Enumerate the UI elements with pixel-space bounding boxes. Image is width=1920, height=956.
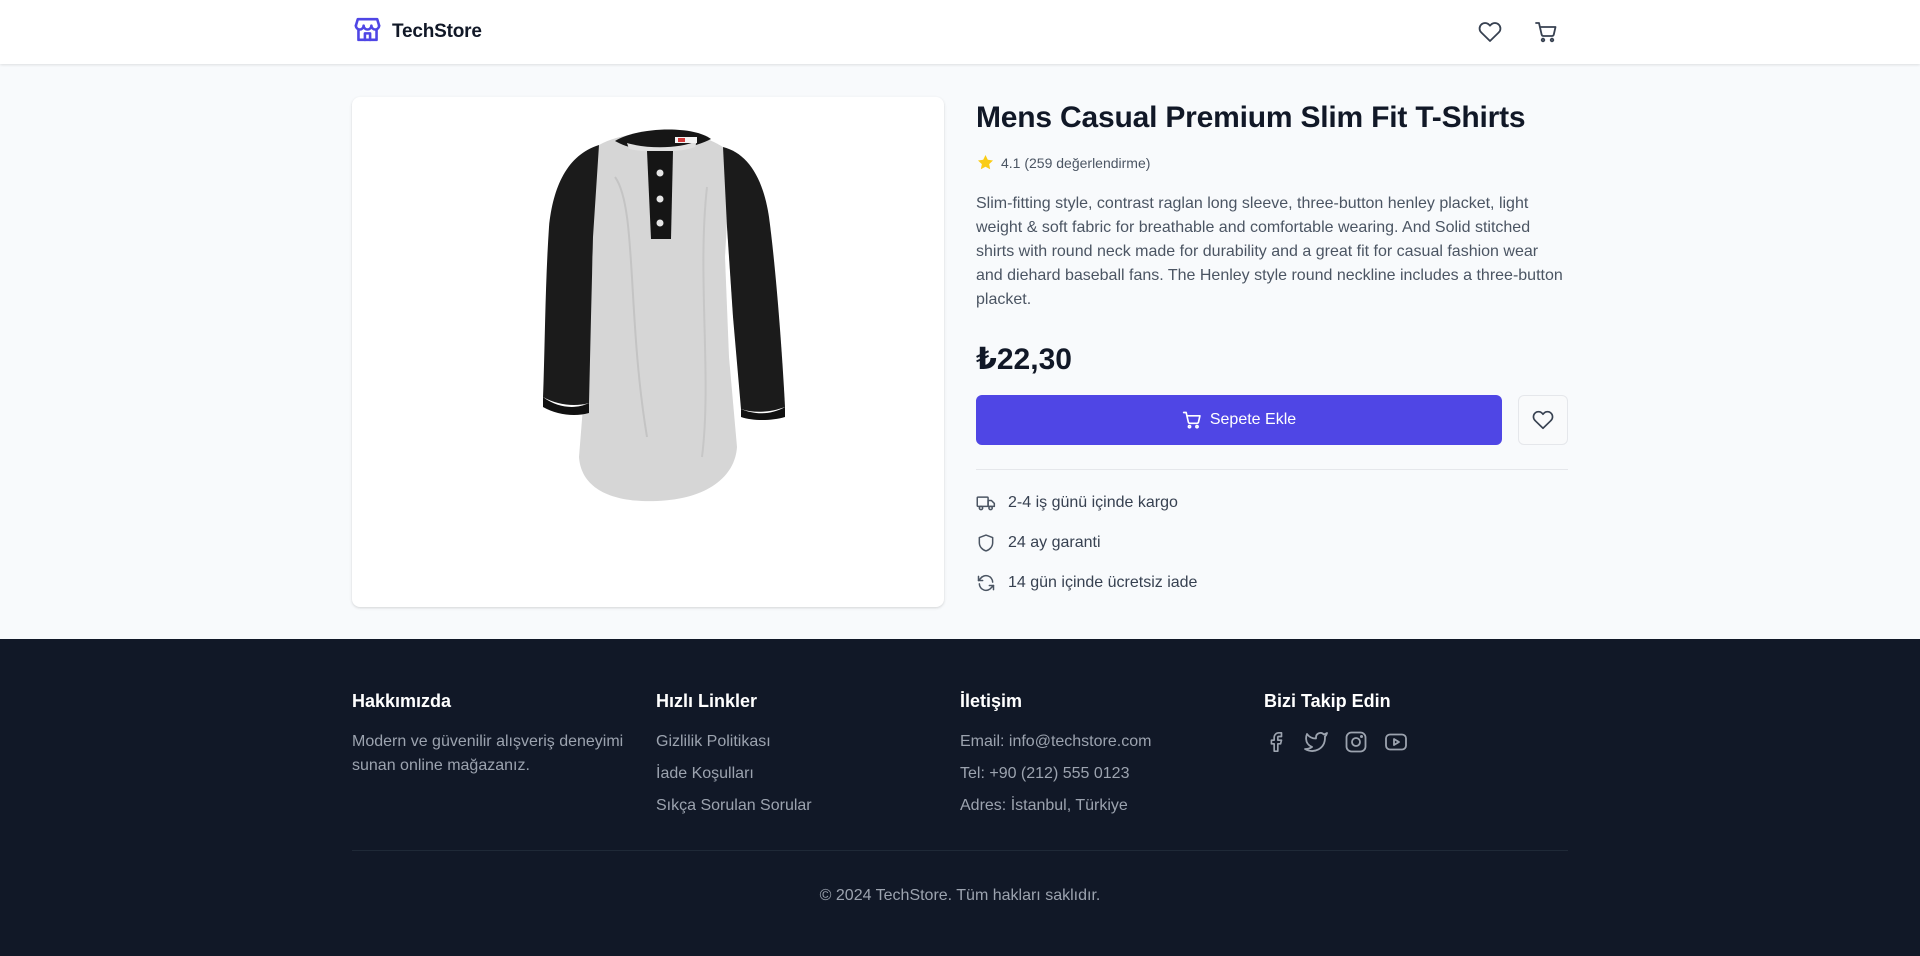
footer-links-list: Gizlilik Politikası İade Koşulları Sıkça… xyxy=(656,730,960,818)
shield-icon xyxy=(978,534,994,552)
site-footer: Hakkımızda Modern ve güvenilir alışveriş… xyxy=(0,639,1920,956)
header-inner: TechStore xyxy=(352,0,1568,64)
footer-link-privacy[interactable]: Gizlilik Politikası xyxy=(656,730,960,754)
feature-shipping: 2-4 iş günü içinde kargo xyxy=(976,492,1568,514)
cart-icon xyxy=(1182,411,1201,429)
product-price: ₺22,30 xyxy=(976,343,1072,376)
footer-social-title: Bizi Takip Edin xyxy=(1264,691,1391,711)
footer-about-title: Hakkımızda xyxy=(352,691,452,711)
youtube-icon[interactable] xyxy=(1384,730,1408,754)
product-rating: 4.1 (259 değerlendirme) xyxy=(976,153,1568,172)
footer-link-returns[interactable]: İade Koşulları xyxy=(656,762,960,786)
copyright-text: © 2024 TechStore. Tüm hakları saklıdır. xyxy=(819,887,1101,904)
refresh-icon xyxy=(977,574,995,592)
product-image xyxy=(543,129,785,502)
facebook-icon[interactable] xyxy=(1264,730,1288,754)
feature-returns: 14 gün içinde ücretsiz iade xyxy=(976,572,1568,594)
footer-social: Bizi Takip Edin xyxy=(1264,691,1568,826)
store-icon xyxy=(352,14,383,50)
product-layout: Mens Casual Premium Slim Fit T-Shirts 4.… xyxy=(352,64,1568,607)
product-image-card xyxy=(352,97,944,607)
site-header: TechStore xyxy=(0,0,1920,64)
footer-columns: Hakkımızda Modern ve güvenilir alışveriş… xyxy=(352,691,1568,826)
wishlist-button[interactable] xyxy=(1476,18,1504,46)
footer-inner: Hakkımızda Modern ve güvenilir alışveriş… xyxy=(352,639,1568,905)
details-divider xyxy=(976,469,1568,470)
truck-icon xyxy=(976,496,996,511)
instagram-icon[interactable] xyxy=(1344,730,1368,754)
header-actions xyxy=(1476,18,1568,46)
contact-phone: Tel: +90 (212) 555 0123 xyxy=(960,765,1130,782)
footer-links-title: Hızlı Linkler xyxy=(656,691,758,711)
add-to-wishlist-button[interactable] xyxy=(1518,395,1568,445)
brand-logo-link[interactable]: TechStore xyxy=(352,14,482,50)
footer-divider xyxy=(352,850,1568,851)
contact-email: Email: info@techstore.com xyxy=(960,733,1152,750)
product-details: Mens Casual Premium Slim Fit T-Shirts 4.… xyxy=(976,97,1568,607)
footer-about: Hakkımızda Modern ve güvenilir alışveriş… xyxy=(352,691,656,826)
contact-address: Adres: İstanbul, Türkiye xyxy=(960,797,1128,814)
add-to-cart-button[interactable]: Sepete Ekle xyxy=(976,395,1502,445)
purchase-actions: Sepete Ekle xyxy=(976,395,1568,445)
footer-link-faq[interactable]: Sıkça Sorulan Sorular xyxy=(656,794,960,818)
twitter-icon[interactable] xyxy=(1304,730,1328,754)
heart-icon xyxy=(1478,22,1502,42)
social-links xyxy=(1264,730,1568,754)
cart-button[interactable] xyxy=(1532,18,1560,46)
brand-name: TechStore xyxy=(392,21,482,42)
footer-contact-title: İletişim xyxy=(960,691,1023,711)
star-icon xyxy=(977,154,994,170)
footer-about-text: Modern ve güvenilir alışveriş deneyimi s… xyxy=(352,733,624,774)
feature-label: 24 ay garanti xyxy=(1008,534,1101,551)
feature-list: 2-4 iş günü içinde kargo 24 ay garanti 1… xyxy=(976,492,1568,594)
feature-warranty: 24 ay garanti xyxy=(976,532,1568,554)
add-to-cart-label: Sepete Ekle xyxy=(1209,411,1297,428)
product-description: Slim-fitting style, contrast raglan long… xyxy=(976,195,1563,308)
footer-links: Hızlı Linkler Gizlilik Politikası İade K… xyxy=(656,691,960,826)
product-title: Mens Casual Premium Slim Fit T-Shirts xyxy=(976,101,1526,134)
product-page: Mens Casual Premium Slim Fit T-Shirts 4.… xyxy=(0,64,1920,639)
feature-label: 14 gün içinde ücretsiz iade xyxy=(1008,574,1198,591)
footer-contact-list: Email: info@techstore.com Tel: +90 (212)… xyxy=(960,730,1264,818)
cart-icon xyxy=(1535,22,1557,43)
feature-label: 2-4 iş günü içinde kargo xyxy=(1008,494,1178,511)
heart-icon xyxy=(1532,410,1554,430)
footer-contact: İletişim Email: info@techstore.com Tel: … xyxy=(960,691,1264,826)
rating-text: 4.1 (259 değerlendirme) xyxy=(1001,154,1151,171)
